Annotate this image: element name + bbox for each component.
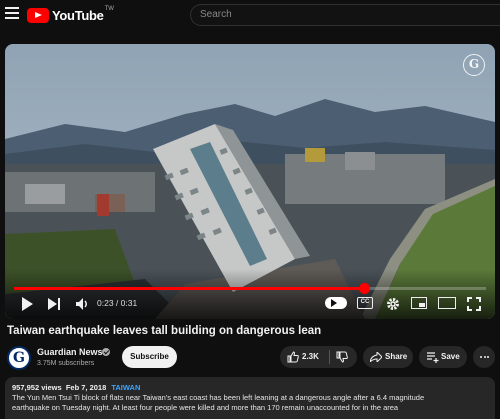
duration: 0:31 xyxy=(120,298,138,308)
progress-bar[interactable] xyxy=(14,283,486,294)
description-line-2: earthquake on Tuesday night. At least fo… xyxy=(12,403,399,412)
autoplay-toggle[interactable] xyxy=(325,297,347,309)
subtitles-icon[interactable]: CC xyxy=(357,297,373,309)
thumbs-up-icon[interactable] xyxy=(287,351,299,363)
time-display: 0:23 / 0:31 xyxy=(97,298,137,308)
description-meta: 957,952 views Feb 7, 2018 TAIWAN xyxy=(12,383,488,393)
next-video-icon[interactable] xyxy=(47,297,61,311)
like-dislike-group: 2.3K xyxy=(280,346,357,368)
thumbs-down-icon[interactable] xyxy=(336,351,348,363)
save-button[interactable]: Save xyxy=(419,346,467,368)
video-title: Taiwan earthquake leaves tall building o… xyxy=(7,325,322,337)
masthead: YouTube TW Search xyxy=(0,0,500,30)
volume-icon[interactable] xyxy=(75,297,91,311)
progress-played xyxy=(14,287,365,290)
channel-avatar[interactable]: G xyxy=(7,346,31,370)
settings-gear-icon[interactable] xyxy=(386,297,400,311)
fullscreen-icon[interactable] xyxy=(467,297,481,311)
verified-check-icon xyxy=(102,348,110,356)
description-line-1: The Yun Men Tsui Ti block of flats near … xyxy=(12,393,425,402)
save-playlist-icon xyxy=(427,352,439,363)
share-label: Share xyxy=(385,352,408,361)
subscriber-count: 3.75M subscribers xyxy=(37,360,95,367)
share-arrow-icon xyxy=(370,352,382,362)
publish-date: Feb 7, 2018 xyxy=(65,383,107,392)
hashtag-link[interactable]: TAIWAN xyxy=(111,383,140,392)
miniplayer-icon[interactable] xyxy=(411,297,427,309)
theater-mode-icon[interactable] xyxy=(438,297,456,309)
youtube-logo[interactable]: YouTube TW xyxy=(27,6,114,23)
controls-gradient xyxy=(5,269,495,319)
like-divider xyxy=(329,350,330,364)
save-label: Save xyxy=(441,352,460,361)
time-separator: / xyxy=(113,298,121,308)
guardian-watermark-logo: G xyxy=(463,54,485,76)
video-player[interactable]: G 0:23 / 0:31 CC xyxy=(5,44,495,319)
logo-text: YouTube xyxy=(52,7,104,23)
current-time: 0:23 xyxy=(97,298,114,308)
search-input[interactable]: Search xyxy=(190,4,500,26)
view-count: 957,952 views xyxy=(12,383,62,392)
channel-name[interactable]: Guardian News xyxy=(37,347,103,357)
share-button[interactable]: Share xyxy=(363,346,413,368)
youtube-play-logo-icon xyxy=(27,7,49,23)
play-icon[interactable] xyxy=(21,297,33,311)
like-count[interactable]: 2.3K xyxy=(302,346,319,368)
more-actions-button[interactable] xyxy=(473,346,495,368)
subscribe-button[interactable]: Subscribe xyxy=(122,346,177,368)
more-horizontal-icon xyxy=(480,356,489,358)
logo-region-code: TW xyxy=(104,6,114,12)
menu-icon[interactable] xyxy=(5,7,19,21)
description-box[interactable]: 957,952 views Feb 7, 2018 TAIWAN The Yun… xyxy=(5,377,495,419)
